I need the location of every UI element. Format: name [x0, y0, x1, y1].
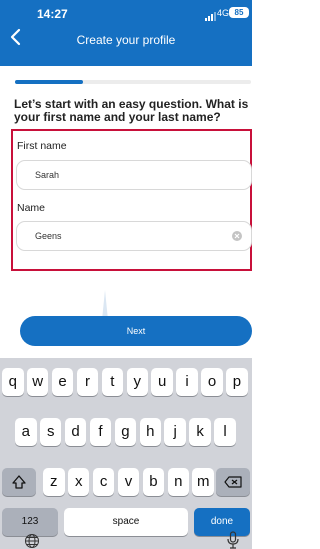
key-w[interactable]: w [26, 368, 49, 396]
done-key[interactable]: done [194, 508, 250, 536]
key-p[interactable]: p [226, 368, 248, 396]
key-k[interactable]: k [189, 418, 211, 446]
key-z[interactable]: z [43, 468, 65, 496]
key-x[interactable]: x [67, 468, 90, 496]
key-c[interactable]: c [92, 468, 115, 496]
key-a[interactable]: a [15, 418, 37, 446]
last-name-field[interactable]: Geens [16, 221, 252, 251]
status-time: 14:27 [37, 7, 68, 21]
numbers-key[interactable]: 123 [2, 508, 58, 536]
space-key[interactable]: space [64, 508, 188, 536]
clear-icon[interactable] [232, 231, 242, 241]
shift-icon [12, 475, 26, 489]
microphone-icon[interactable] [226, 531, 240, 549]
first-name-label: First name [17, 140, 67, 152]
next-button[interactable]: Next [20, 316, 252, 346]
last-name-value: Geens [35, 231, 62, 241]
key-i[interactable]: i [176, 368, 198, 396]
key-r[interactable]: r [76, 368, 99, 396]
question-text: Let’s start with an easy question. What … [14, 97, 249, 124]
key-f[interactable]: f [89, 418, 112, 446]
key-o[interactable]: o [201, 368, 223, 396]
key-t[interactable]: t [101, 368, 124, 396]
network-type: 4G [217, 8, 230, 18]
battery-icon: 85 [229, 7, 249, 18]
key-v[interactable]: v [117, 468, 140, 496]
app-header: 14:27 4G 85 Create your profile [0, 0, 252, 66]
progress-fill [15, 80, 84, 84]
backspace-key[interactable] [216, 468, 250, 496]
keyboard: qwertyuiop asdfghjkl zxcvbnm 123 space d… [0, 358, 252, 549]
key-d[interactable]: d [64, 418, 87, 446]
backspace-icon [224, 476, 242, 488]
signal-icon [205, 12, 216, 21]
progress-bar [15, 80, 251, 84]
shift-key[interactable] [2, 468, 36, 496]
key-n[interactable]: n [167, 468, 190, 496]
last-name-label: Name [17, 202, 46, 214]
key-l[interactable]: l [214, 418, 236, 446]
key-g[interactable]: g [114, 418, 137, 446]
key-e[interactable]: e [51, 368, 74, 396]
key-j[interactable]: j [164, 418, 186, 446]
page-title: Create your profile [76, 33, 176, 47]
key-y[interactable]: y [126, 368, 149, 396]
key-m[interactable]: m [192, 468, 214, 496]
key-q[interactable]: q [2, 368, 24, 396]
first-name-field[interactable]: Sarah [16, 160, 252, 190]
key-h[interactable]: h [139, 418, 162, 446]
key-u[interactable]: u [151, 368, 173, 396]
key-b[interactable]: b [142, 468, 165, 496]
key-s[interactable]: s [39, 418, 62, 446]
first-name-value: Sarah [35, 170, 60, 180]
globe-icon[interactable] [24, 533, 40, 549]
